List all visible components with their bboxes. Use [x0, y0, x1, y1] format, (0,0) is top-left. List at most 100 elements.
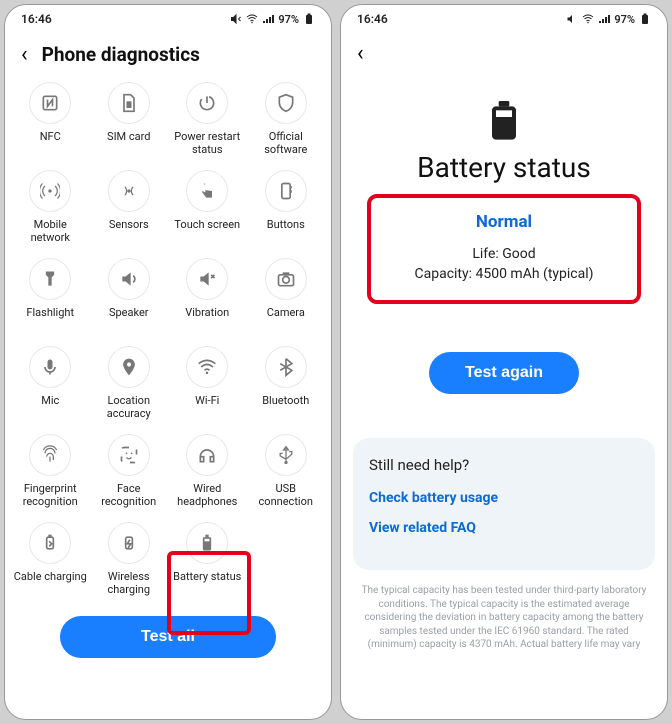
tile-wireless[interactable]: Wireless charging	[90, 518, 169, 600]
signal-icon	[598, 13, 610, 25]
tile-label: Official software	[249, 130, 324, 156]
tile-label: USB connection	[249, 482, 324, 508]
tile-power[interactable]: Power restart status	[168, 78, 247, 160]
fingerprint-icon	[29, 434, 71, 476]
phone-diagnostics-screen: 16:46 97% ‹ Phone diagnostics NFC SIM car…	[4, 4, 332, 720]
tile-label: Camera	[267, 306, 305, 332]
buttons-icon	[265, 170, 307, 212]
tile-label: Flashlight	[26, 306, 74, 332]
battery-icon	[303, 13, 315, 25]
tile-usb[interactable]: USB connection	[247, 430, 326, 512]
battery-status-value: Normal	[361, 212, 648, 232]
tile-label: Bluetooth	[262, 394, 309, 420]
tile-headphones[interactable]: Wired headphones	[168, 430, 247, 512]
help-card: Still need help? Check battery usage Vie…	[353, 438, 655, 570]
tile-shield[interactable]: Official software	[247, 78, 326, 160]
battery-large-icon	[488, 101, 520, 141]
vibration-icon	[186, 258, 228, 300]
back-button[interactable]: ‹	[21, 44, 28, 66]
tile-label: Power restart status	[170, 130, 245, 156]
status-time: 16:46	[357, 12, 388, 26]
status-icons: 97%	[566, 13, 651, 26]
back-button[interactable]: ‹	[357, 43, 364, 65]
test-again-button[interactable]: Test again	[429, 352, 579, 394]
status-battery-pct: 97%	[278, 13, 299, 26]
wireless-icon	[108, 522, 150, 564]
tile-wifi[interactable]: Wi-Fi	[168, 342, 247, 424]
test-all-button[interactable]: Test all	[60, 616, 275, 658]
page-header: ‹	[341, 33, 667, 77]
tile-speaker[interactable]: Speaker	[90, 254, 169, 336]
shield-icon	[265, 82, 307, 124]
face-icon	[108, 434, 150, 476]
battery-status-box: Normal Life: Good Capacity: 4500 mAh (ty…	[361, 196, 648, 306]
usb-icon	[265, 434, 307, 476]
tile-cable[interactable]: Cable charging	[11, 518, 90, 600]
headphones-icon	[186, 434, 228, 476]
tile-battery[interactable]: Battery status	[168, 518, 247, 600]
bluetooth-icon	[265, 346, 307, 388]
power-icon	[186, 82, 228, 124]
battery-capacity: Capacity: 4500 mAh (typical)	[361, 266, 648, 282]
tile-flashlight[interactable]: Flashlight	[11, 254, 90, 336]
help-title: Still need help?	[369, 456, 639, 474]
status-time: 16:46	[21, 12, 52, 26]
tile-label: SIM card	[107, 130, 150, 156]
tile-label: Vibration	[185, 306, 229, 332]
tile-label: Battery status	[173, 570, 241, 596]
page-header: ‹ Phone diagnostics	[5, 33, 331, 78]
tile-nfc[interactable]: NFC	[11, 78, 90, 160]
mic-icon	[29, 346, 71, 388]
cable-icon	[29, 522, 71, 564]
sim-icon	[108, 82, 150, 124]
tile-fingerprint[interactable]: Fingerprint recognition	[11, 430, 90, 512]
speaker-icon	[108, 258, 150, 300]
location-icon	[108, 346, 150, 388]
tile-sim[interactable]: SIM card	[90, 78, 169, 160]
status-icons: 97%	[230, 13, 315, 26]
antenna-icon	[29, 170, 71, 212]
tile-label: Face recognition	[92, 482, 167, 508]
help-link-faq[interactable]: View related FAQ	[369, 520, 639, 536]
tile-label: Wired headphones	[170, 482, 245, 508]
help-link-usage[interactable]: Check battery usage	[369, 490, 639, 506]
tile-face[interactable]: Face recognition	[90, 430, 169, 512]
tile-label: Wireless charging	[92, 570, 167, 596]
battery-status-screen: 16:46 97% ‹ Battery status Normal Life: …	[340, 4, 668, 720]
tile-label: Speaker	[109, 306, 149, 332]
status-battery-pct: 97%	[614, 13, 635, 26]
tile-touch[interactable]: Touch screen	[168, 166, 247, 248]
camera-icon	[265, 258, 307, 300]
tile-location[interactable]: Location accuracy	[90, 342, 169, 424]
tile-label: Fingerprint recognition	[13, 482, 88, 508]
touch-icon	[186, 170, 228, 212]
battery-icon	[639, 13, 651, 25]
tile-label: NFC	[40, 130, 61, 156]
battery-life: Life: Good	[361, 246, 648, 262]
fine-print: The typical capacity has been tested und…	[341, 570, 667, 652]
battery-icon	[186, 522, 228, 564]
tile-label: Cable charging	[14, 570, 87, 596]
status-bar: 16:46 97%	[341, 5, 667, 33]
battery-title: Battery status	[417, 151, 591, 184]
battery-summary: Battery status Normal Life: Good Capacit…	[341, 77, 667, 404]
tile-antenna[interactable]: Mobile network	[11, 166, 90, 248]
tile-label: Touch screen	[174, 218, 240, 244]
tile-label: Mic	[41, 394, 59, 420]
tile-label: Wi-Fi	[195, 394, 219, 420]
sensors-icon	[108, 170, 150, 212]
tile-vibration[interactable]: Vibration	[168, 254, 247, 336]
tile-camera[interactable]: Camera	[247, 254, 326, 336]
status-bar: 16:46 97%	[5, 5, 331, 33]
mute-icon	[230, 13, 242, 25]
tile-label: Mobile network	[13, 218, 88, 244]
wifi-icon	[246, 13, 258, 25]
tile-buttons[interactable]: Buttons	[247, 166, 326, 248]
wifi-icon	[582, 13, 594, 25]
flashlight-icon	[29, 258, 71, 300]
tile-mic[interactable]: Mic	[11, 342, 90, 424]
tile-sensors[interactable]: Sensors	[90, 166, 169, 248]
diagnostics-grid: NFC SIM card Power restart statusOfficial …	[5, 78, 331, 600]
tile-bluetooth[interactable]: Bluetooth	[247, 342, 326, 424]
tile-label: Sensors	[109, 218, 149, 244]
